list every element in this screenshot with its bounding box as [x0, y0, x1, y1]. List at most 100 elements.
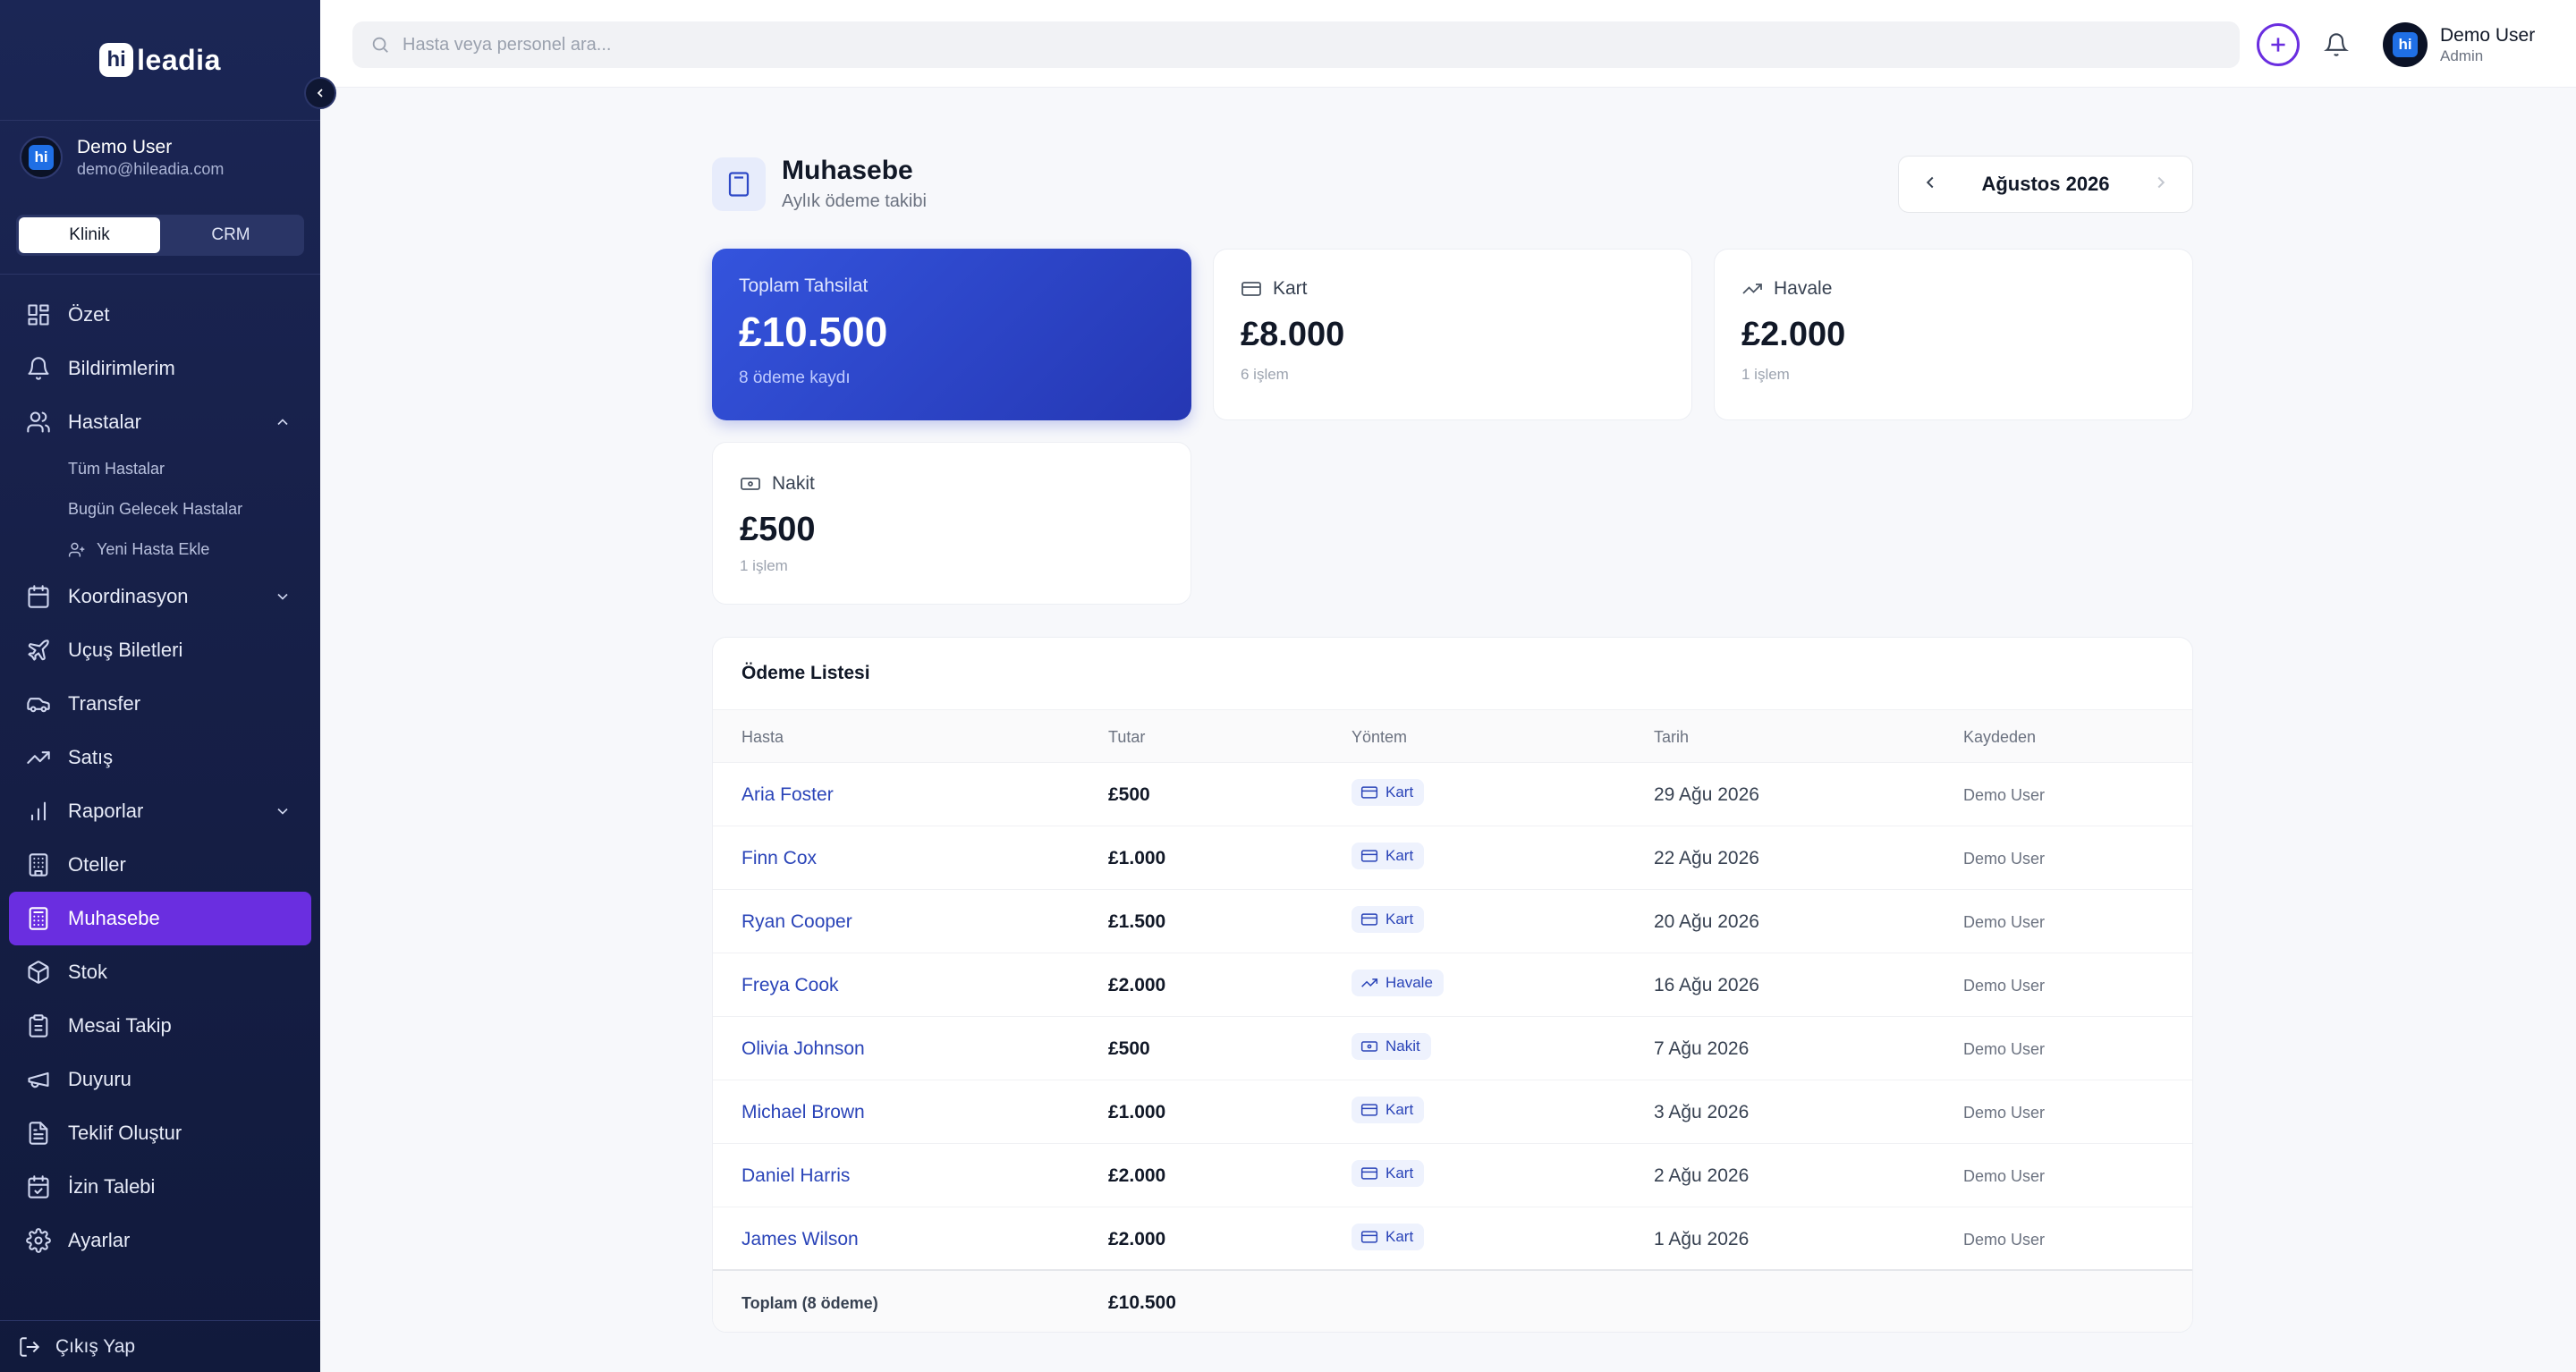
megaphone-icon — [25, 1066, 52, 1093]
sidebar-subitem-tum-hastalar[interactable]: Tüm Hastalar — [0, 449, 320, 489]
table-row[interactable]: James Wilson £2.000 Kart 1 Ağu 2026 Demo Use… — [713, 1207, 2192, 1271]
sidebar-item-oteller[interactable]: Oteller — [0, 838, 320, 892]
table-row[interactable]: Aria Foster £500 Kart 29 Ağu 2026 Demo User — [713, 763, 2192, 826]
sidebar-item-muhasebe[interactable]: Muhasebe — [9, 892, 311, 945]
sidebar-item-duyuru[interactable]: Duyuru — [0, 1053, 320, 1106]
payment-date: 7 Ağu 2026 — [1654, 1038, 1750, 1059]
payments-table: Ödeme Listesi Hasta Tutar Yöntem Tarih K… — [712, 637, 2193, 1333]
card-sub: 6 işlem — [1241, 366, 1289, 383]
patient-link[interactable]: Freya Cook — [741, 975, 839, 996]
card-label: Kart — [1273, 278, 1308, 299]
patient-link[interactable]: Finn Cox — [741, 848, 817, 869]
user-plus-icon — [68, 542, 85, 556]
sidebar-divider — [0, 274, 320, 275]
calendar-icon — [25, 583, 52, 610]
sidebar-user[interactable]: hi Demo User demo@hileadia.com — [20, 136, 306, 179]
column-header-patient: Hasta — [741, 728, 784, 746]
table-row[interactable]: Freya Cook £2.000 Havale 16 Ağu 2026 Demo Us… — [713, 953, 2192, 1017]
sidebar-item-transfer[interactable]: Transfer — [0, 677, 320, 731]
sidebar-subitem-yeni-hasta[interactable]: Yeni Hasta Ekle — [0, 529, 320, 570]
card-value: £10.500 — [739, 309, 888, 355]
next-month-button[interactable] — [2151, 173, 2171, 197]
table-row[interactable]: Olivia Johnson £500 Nakit 7 Ağu 2026 Demo Us… — [713, 1017, 2192, 1080]
method-badge: Kart — [1352, 1224, 1425, 1250]
method-badge: Kart — [1352, 1097, 1425, 1123]
file-text-icon — [25, 1120, 52, 1147]
trending-up-icon — [25, 744, 52, 771]
brand-logo[interactable]: hi leadia — [0, 0, 320, 120]
sidebar-item-label: Transfer — [68, 692, 141, 715]
sidebar-item-mesai[interactable]: Mesai Takip — [0, 999, 320, 1053]
table-row[interactable]: Daniel Harris £2.000 Kart 2 Ağu 2026 Demo Us… — [713, 1144, 2192, 1207]
plus-icon — [2271, 38, 2285, 52]
add-button[interactable] — [2257, 23, 2300, 66]
sidebar-item-hastalar[interactable]: Hastalar — [0, 395, 320, 449]
notifications-button[interactable] — [2318, 27, 2354, 63]
sidebar-item-ucus[interactable]: Uçuş Biletleri — [0, 623, 320, 677]
table-row[interactable]: Ryan Cooper £1.500 Kart 20 Ağu 2026 Demo Use… — [713, 890, 2192, 953]
logout-button[interactable]: Çıkış Yap — [0, 1320, 320, 1372]
sidebar-item-koordinasyon[interactable]: Koordinasyon — [0, 570, 320, 623]
sidebar-item-raporlar[interactable]: Raporlar — [0, 784, 320, 838]
bell-icon — [25, 355, 52, 382]
footer-total-label: Toplam (8 ödeme) — [741, 1294, 878, 1312]
mode-toggle: Klinik CRM — [16, 215, 304, 256]
prev-month-button[interactable] — [1920, 173, 1940, 197]
method-badge: Havale — [1352, 970, 1444, 996]
package-icon — [25, 959, 52, 986]
bell-icon — [2324, 33, 2349, 56]
avatar-logo: hi — [2393, 32, 2418, 57]
card-value: £500 — [740, 511, 816, 548]
gear-icon — [25, 1227, 52, 1254]
card-value: £2.000 — [1741, 316, 1846, 353]
table-row[interactable]: Finn Cox £1.000 Kart 22 Ağu 2026 Demo User — [713, 826, 2192, 890]
sidebar-item-label: Oteller — [68, 853, 126, 876]
calendar-check-icon — [25, 1173, 52, 1200]
sidebar-collapse-button[interactable] — [304, 77, 336, 109]
method-label: Kart — [1385, 1228, 1414, 1245]
sidebar-item-stok[interactable]: Stok — [0, 945, 320, 999]
sidebar-item-label: Ayarlar — [68, 1229, 131, 1251]
chevron-down-icon — [274, 802, 292, 820]
users-icon — [25, 409, 52, 436]
sidebar-item-label: Mesai Takip — [68, 1014, 172, 1037]
calculator-icon — [25, 905, 52, 932]
table-row[interactable]: Michael Brown £1.000 Kart 3 Ağu 2026 Demo Us… — [713, 1080, 2192, 1144]
method-badge: Kart — [1352, 779, 1425, 806]
sidebar-item-bildirimler[interactable]: Bildirimlerim — [0, 342, 320, 395]
sidebar-item-satis[interactable]: Satış — [0, 731, 320, 784]
patient-link[interactable]: Ryan Cooper — [741, 911, 852, 933]
banknote-icon — [1360, 1041, 1378, 1052]
footer-total-value: £10.500 — [1108, 1292, 1176, 1313]
sidebar-item-label: Bildirimlerim — [68, 357, 175, 379]
recorded-by: Demo User — [1963, 1040, 2046, 1058]
search-input[interactable] — [402, 34, 2102, 55]
avatar: hi — [20, 136, 63, 179]
payment-amount: £1.500 — [1108, 911, 1166, 932]
card-sub: 1 işlem — [740, 557, 788, 574]
sidebar-subitem-bugun-gelecek[interactable]: Bugün Gelecek Hastalar — [0, 489, 320, 529]
card-label-row: Havale — [1741, 278, 1832, 300]
method-badge: Kart — [1352, 843, 1425, 869]
mode-klinik[interactable]: Klinik — [19, 217, 160, 253]
avatar: hi — [2383, 22, 2428, 67]
patient-link[interactable]: Michael Brown — [741, 1102, 865, 1123]
sidebar-item-ozet[interactable]: Özet — [0, 288, 320, 342]
method-badge: Kart — [1352, 906, 1425, 933]
method-badge: Nakit — [1352, 1033, 1431, 1060]
patient-link[interactable]: James Wilson — [741, 1229, 859, 1250]
mode-crm[interactable]: CRM — [160, 217, 301, 253]
recorded-by: Demo User — [1963, 977, 2046, 995]
payment-amount: £1.000 — [1108, 848, 1166, 868]
logout-icon — [20, 1336, 40, 1357]
patient-link[interactable]: Daniel Harris — [741, 1165, 850, 1187]
search-bar[interactable] — [352, 21, 2240, 68]
patient-link[interactable]: Aria Foster — [741, 784, 834, 806]
sidebar-item-teklif[interactable]: Teklif Oluştur — [0, 1106, 320, 1160]
sidebar-item-izin[interactable]: İzin Talebi — [0, 1160, 320, 1214]
user-menu[interactable]: hi Demo User Admin — [2383, 21, 2535, 68]
method-label: Kart — [1385, 783, 1414, 800]
table-header: Hasta Tutar Yöntem Tarih Kaydeden — [713, 709, 2192, 763]
sidebar-item-ayarlar[interactable]: Ayarlar — [0, 1214, 320, 1267]
patient-link[interactable]: Olivia Johnson — [741, 1038, 865, 1060]
